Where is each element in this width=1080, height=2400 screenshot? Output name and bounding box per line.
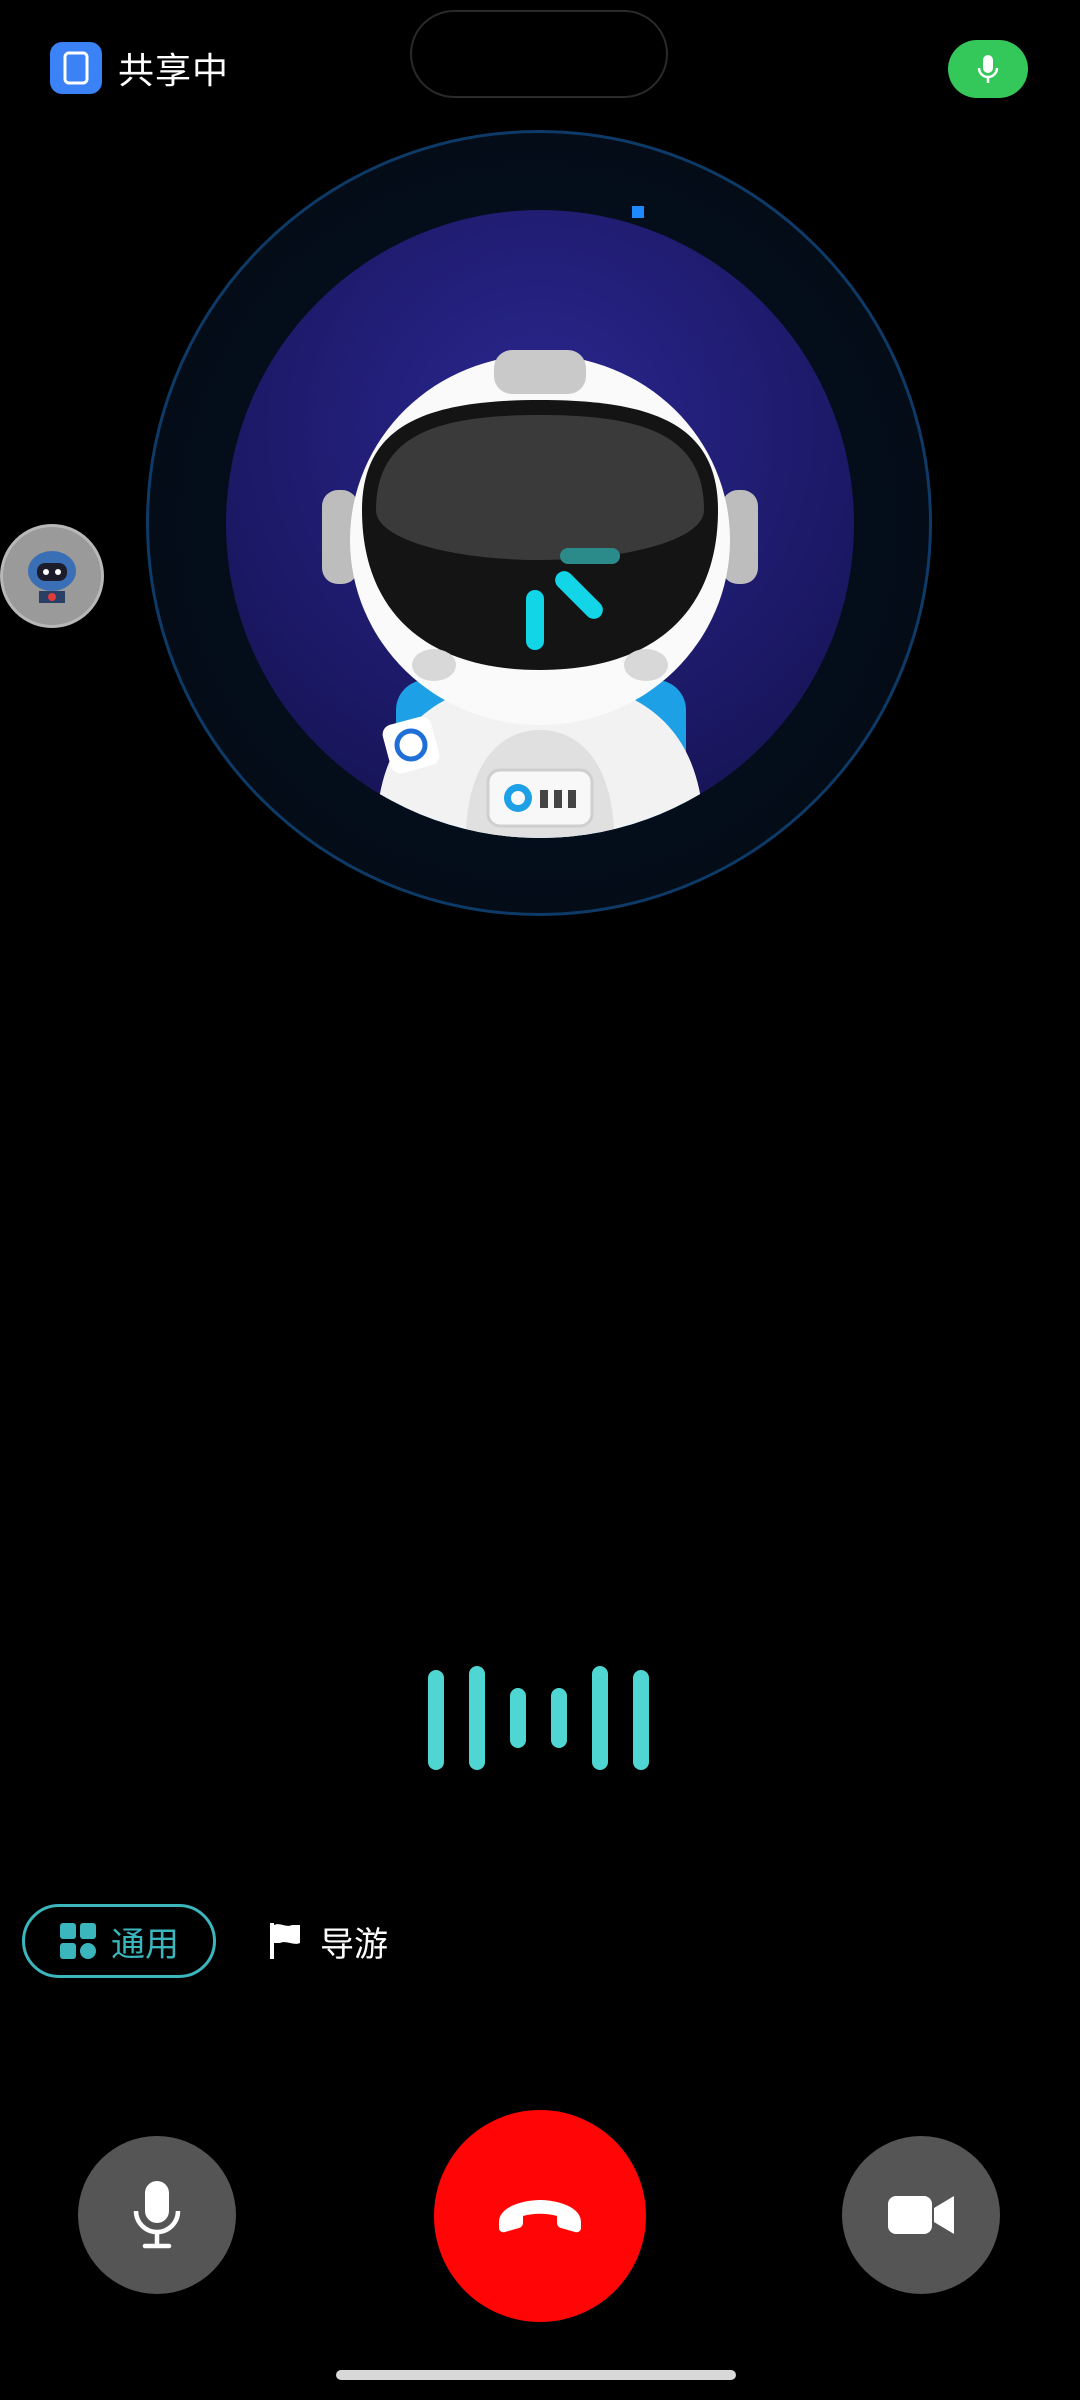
avatar-circle	[226, 210, 854, 838]
screen-share-icon	[50, 42, 102, 94]
share-status-label: 共享中	[118, 51, 230, 92]
robot-assistant-icon	[28, 551, 76, 603]
microphone-icon	[977, 55, 999, 83]
floating-assistant-button[interactable]	[0, 524, 104, 628]
mode-general-label: 通用	[111, 1924, 179, 1965]
home-indicator[interactable]	[336, 2370, 736, 2380]
video-camera-icon	[888, 2196, 954, 2234]
hangup-button[interactable]	[434, 2110, 646, 2322]
screen-share-indicator[interactable]: 共享中	[50, 42, 229, 94]
wave-bar	[633, 1670, 649, 1770]
status-dot	[632, 206, 644, 218]
mode-guide-button[interactable]: 导游	[268, 1904, 388, 1978]
mode-general-button[interactable]: 通用	[22, 1904, 216, 1978]
wave-bar	[469, 1666, 485, 1770]
wave-bar	[592, 1666, 608, 1770]
astronaut-robot-icon	[322, 350, 758, 838]
grid-icon	[60, 1923, 96, 1959]
flag-icon	[270, 1923, 300, 1959]
dynamic-island	[410, 10, 668, 98]
voice-call-screen: 共享中 通用 导游	[0, 0, 1080, 2400]
microphone-icon	[133, 2181, 181, 2249]
mic-active-indicator[interactable]	[948, 40, 1028, 98]
mode-guide-label: 导游	[320, 1924, 388, 1965]
wave-bar	[510, 1688, 526, 1748]
phone-hangup-icon	[499, 2200, 581, 2233]
wave-bar	[428, 1670, 444, 1770]
mute-button[interactable]	[78, 2136, 236, 2294]
wave-bar	[551, 1688, 567, 1748]
video-camera-button[interactable]	[842, 2136, 1000, 2294]
voice-activity-wave	[428, 1660, 652, 1770]
